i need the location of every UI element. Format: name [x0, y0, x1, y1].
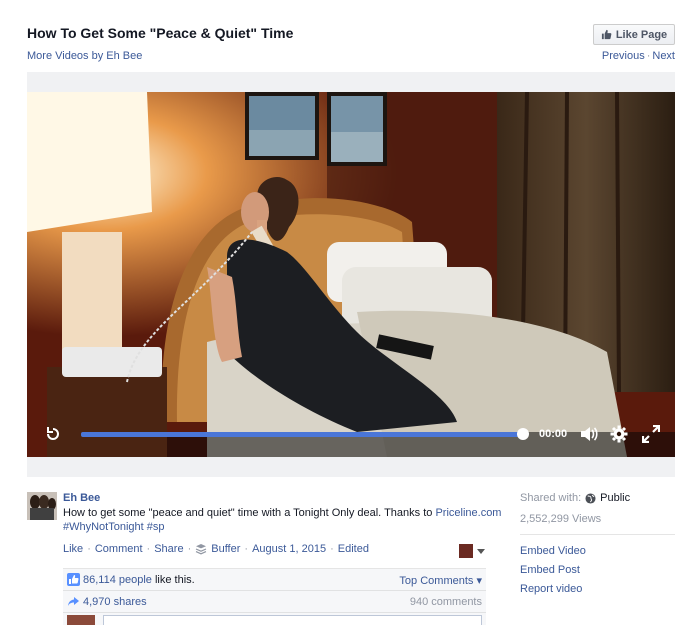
- like-page-label: Like Page: [615, 28, 668, 41]
- post-date-link[interactable]: August 1, 2015: [252, 543, 326, 555]
- more-videos-link[interactable]: More Videos by Eh Bee: [27, 50, 142, 62]
- edited-link[interactable]: Edited: [338, 543, 369, 555]
- post-description: How to get some "peace and quiet" time w…: [63, 506, 503, 534]
- action-separator: ·: [87, 543, 91, 555]
- video-player[interactable]: 00:00: [27, 92, 675, 457]
- views-count: 2,552,299 Views: [520, 513, 602, 525]
- top-comments-dropdown[interactable]: Top Comments ▾: [399, 574, 482, 587]
- video-frame: [27, 92, 675, 457]
- action-separator: ·: [330, 543, 334, 555]
- top-comments-label: Top Comments: [399, 575, 474, 587]
- post-actions: Like · Comment · Share · Buffer · August 1, …: [63, 543, 369, 555]
- like-link[interactable]: Like: [63, 543, 83, 555]
- globe-icon: [585, 492, 596, 504]
- video-controls: 00:00: [27, 413, 675, 457]
- volume-icon[interactable]: [579, 425, 599, 443]
- share-arrow-icon: [68, 597, 79, 606]
- fullscreen-icon[interactable]: [642, 425, 660, 443]
- previous-link[interactable]: Previous: [602, 50, 645, 62]
- progress-handle[interactable]: [517, 428, 529, 440]
- shares-count-link[interactable]: 4,970 shares: [83, 596, 147, 608]
- likes-suffix: like this.: [151, 574, 195, 586]
- comment-input[interactable]: [103, 615, 482, 625]
- likes-summary: 86,114 people like this.: [83, 574, 195, 586]
- replay-icon[interactable]: [45, 426, 61, 442]
- dropdown-arrow-icon: ▾: [476, 575, 482, 587]
- nav-separator: ·: [646, 50, 651, 62]
- likes-count-link[interactable]: 86,114 people: [83, 574, 152, 586]
- page-avatar[interactable]: [27, 492, 57, 520]
- likes-row: 86,114 people like this. Top Comments ▾: [63, 569, 486, 591]
- buffer-link[interactable]: Buffer: [211, 543, 240, 555]
- sidebar-divider: [520, 534, 675, 535]
- post-as-avatar[interactable]: [459, 544, 473, 558]
- like-page-button[interactable]: Like Page: [593, 24, 675, 45]
- commenter-avatar: [67, 615, 95, 625]
- feedback-box: 86,114 people like this. Top Comments ▾ …: [63, 568, 486, 625]
- action-separator: ·: [244, 543, 249, 555]
- audience-value[interactable]: Public: [600, 492, 630, 504]
- shares-row: 4,970 shares 940 comments: [63, 591, 486, 613]
- comment-link[interactable]: Comment: [95, 543, 143, 555]
- shared-with-label: Shared with:: [520, 492, 582, 504]
- priceline-link[interactable]: Priceline.com: [435, 507, 501, 519]
- thumbs-up-icon: [601, 29, 612, 40]
- embed-video-link[interactable]: Embed Video: [520, 545, 675, 558]
- gear-icon[interactable]: [610, 425, 628, 443]
- embed-post-link[interactable]: Embed Post: [520, 564, 675, 577]
- next-link[interactable]: Next: [652, 50, 675, 62]
- avatar-image: [27, 492, 57, 520]
- share-link[interactable]: Share: [154, 543, 183, 555]
- report-video-link[interactable]: Report video: [520, 583, 675, 596]
- thumbs-up-icon: [67, 573, 80, 586]
- prev-next-nav: Previous · Next: [602, 50, 675, 62]
- buffer-icon: [196, 544, 207, 555]
- comments-count[interactable]: 940 comments: [410, 596, 482, 608]
- video-sidebar: Shared with: Public 2,552,299 Views Embe…: [520, 492, 675, 596]
- action-separator: ·: [187, 543, 192, 555]
- video-title: How To Get Some "Peace & Quiet" Time: [27, 25, 294, 41]
- chevron-down-icon[interactable]: [477, 549, 485, 554]
- comment-composer: [63, 613, 486, 625]
- time-display: 00:00: [539, 428, 568, 440]
- progress-bar[interactable]: [81, 432, 525, 437]
- hashtags-link[interactable]: #WhyNotTonight #sp: [63, 521, 165, 533]
- description-text: How to get some "peace and quiet" time w…: [63, 507, 436, 519]
- page-name-link[interactable]: Eh Bee: [63, 492, 100, 504]
- action-separator: ·: [146, 543, 151, 555]
- audience-row: Shared with: Public: [520, 492, 675, 504]
